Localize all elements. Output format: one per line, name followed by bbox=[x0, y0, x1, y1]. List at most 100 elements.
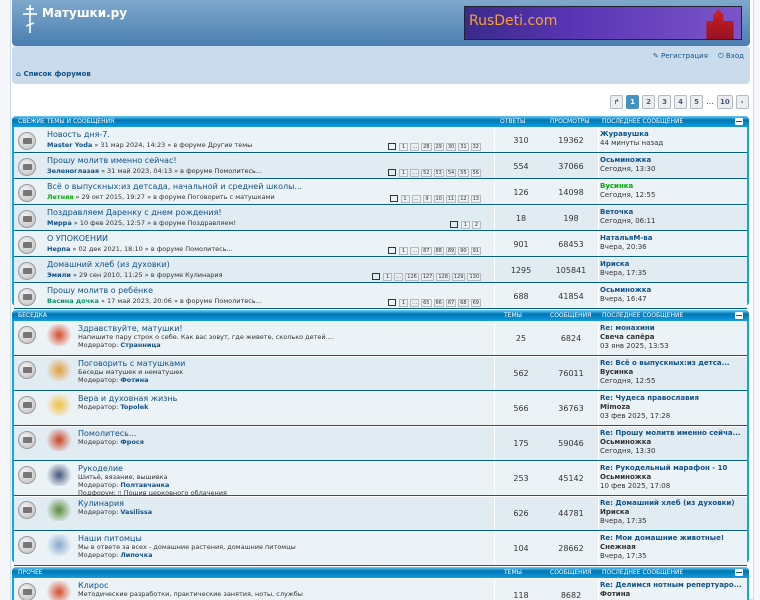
topic-page-link[interactable]: 55 bbox=[458, 169, 469, 177]
topic-page-link[interactable]: 65 bbox=[421, 299, 432, 307]
last-post-title[interactable]: Re: Делимся нотным репертуаро... bbox=[600, 581, 750, 590]
topic-page-link[interactable]: 88 bbox=[433, 247, 444, 255]
moderator-name[interactable]: Липочка bbox=[120, 551, 152, 559]
forum-title[interactable]: Наши питомцы bbox=[78, 534, 142, 543]
topic-page-link[interactable]: 69 bbox=[470, 299, 481, 307]
topic-page-link[interactable]: 10 bbox=[433, 195, 444, 203]
forum-title[interactable]: Вера и духовная жизнь bbox=[78, 394, 177, 403]
topic-page-link[interactable]: 13 bbox=[470, 195, 481, 203]
last-post-author[interactable]: Свеча сапёра bbox=[600, 333, 750, 342]
collapse-icon[interactable] bbox=[735, 312, 743, 319]
next-page-button[interactable]: › bbox=[735, 95, 749, 109]
page-5[interactable]: 5 bbox=[690, 95, 703, 109]
last-post-author[interactable]: Ириска bbox=[600, 508, 750, 517]
last-post-author[interactable]: Осьминожка bbox=[600, 438, 750, 447]
topic-author[interactable]: Васина дочка bbox=[47, 297, 99, 305]
topic-title[interactable]: Новость дня-7. bbox=[47, 130, 110, 139]
last-post-author[interactable]: Осьминожка bbox=[600, 473, 750, 482]
last-post-author[interactable]: Журавушка bbox=[600, 130, 750, 139]
topic-page-link[interactable]: 52 bbox=[421, 169, 432, 177]
topic-page-link[interactable]: 127 bbox=[420, 273, 435, 281]
besedka-title[interactable]: Беседка bbox=[18, 312, 47, 319]
last-post-author[interactable]: Осьминожка bbox=[600, 286, 750, 295]
last-post-title[interactable]: Re: монахини bbox=[600, 324, 750, 333]
topic-page-link[interactable]: 12 bbox=[458, 195, 469, 203]
last-post-author[interactable]: Ириска bbox=[600, 260, 750, 269]
topic-page-link[interactable]: 2 bbox=[472, 221, 481, 229]
topic-title[interactable]: Всё о выпускных:из детсада, начальной и … bbox=[47, 182, 302, 191]
prochee-title[interactable]: Прочее bbox=[18, 569, 43, 576]
topic-page-link[interactable]: 130 bbox=[467, 273, 481, 281]
login-link[interactable]: ⏻ Вход bbox=[718, 52, 744, 60]
recent-title[interactable]: Свежие темы и сообщения bbox=[18, 118, 114, 125]
moderator-name[interactable]: Topolek bbox=[120, 403, 148, 411]
last-post-author[interactable]: Mimoza bbox=[600, 403, 750, 412]
topic-page-link[interactable]: 87 bbox=[421, 247, 432, 255]
topic-page-link[interactable]: 126 bbox=[405, 273, 419, 281]
topic-page-link[interactable]: 91 bbox=[470, 247, 481, 255]
forum-title[interactable]: Клирос bbox=[78, 581, 108, 590]
orthodox-cross-icon[interactable] bbox=[20, 4, 40, 34]
topic-page-link[interactable]: 1 bbox=[383, 273, 393, 281]
last-post-author[interactable]: Веточка bbox=[600, 208, 750, 217]
topic-page-link[interactable]: 1 bbox=[461, 221, 470, 229]
last-post-author[interactable]: Снежная bbox=[600, 543, 750, 552]
topic-author[interactable]: Мирра bbox=[47, 219, 72, 227]
last-post-author[interactable]: Вусинка bbox=[600, 182, 750, 191]
topic-page-link[interactable]: 1 bbox=[399, 247, 409, 255]
site-title[interactable]: Матушки.ру bbox=[42, 6, 127, 20]
page-2[interactable]: 2 bbox=[642, 95, 655, 109]
topic-author[interactable]: Нерпа bbox=[47, 245, 70, 253]
topic-page-link[interactable]: 56 bbox=[470, 169, 481, 177]
topic-page-link[interactable]: 31 bbox=[458, 143, 469, 151]
forum-title[interactable]: Помолитесь... bbox=[78, 429, 136, 438]
page-3[interactable]: 3 bbox=[658, 95, 671, 109]
forum-title[interactable]: Кулинария bbox=[78, 499, 124, 508]
topic-page-link[interactable]: 1 bbox=[399, 169, 409, 177]
topic-page-link[interactable]: 54 bbox=[445, 169, 457, 177]
topic-page-link[interactable]: 1 bbox=[399, 299, 409, 307]
topic-author[interactable]: Master Yoda bbox=[47, 141, 92, 149]
rusdeti-banner[interactable]: RusDeti.com bbox=[464, 6, 742, 40]
topic-author[interactable]: Зеленоглазая bbox=[47, 167, 99, 175]
forum-title[interactable]: Поговорить с матушками bbox=[78, 359, 185, 368]
last-post-title[interactable]: Re: Всё о выпускных:из детса... bbox=[600, 359, 750, 368]
topic-title[interactable]: Прошу молитв именно сейчас! bbox=[47, 156, 177, 165]
topic-page-link[interactable]: 1 bbox=[400, 195, 410, 203]
last-post-title[interactable]: Re: Рукодельный марафон - 10 bbox=[600, 464, 750, 473]
moderator-name[interactable]: Странница bbox=[120, 341, 160, 349]
topic-author[interactable]: Эмили bbox=[47, 271, 71, 279]
topic-page-link[interactable]: 28 bbox=[421, 143, 432, 151]
moderator-name[interactable]: Фрося bbox=[120, 438, 144, 446]
page-1[interactable]: 1 bbox=[626, 95, 639, 109]
page-10[interactable]: 10 bbox=[717, 95, 733, 109]
topic-title[interactable]: О УПОКОЕНИИ bbox=[47, 234, 108, 243]
collapse-icon[interactable] bbox=[735, 118, 743, 125]
breadcrumb[interactable]: ⌂ Список форумов bbox=[16, 70, 91, 78]
topic-page-link[interactable]: 67 bbox=[445, 299, 457, 307]
collapse-icon[interactable] bbox=[735, 569, 743, 576]
moderator-name[interactable]: Фотина bbox=[120, 376, 148, 384]
topic-page-link[interactable]: 89 bbox=[445, 247, 457, 255]
register-link[interactable]: ✎ Регистрация bbox=[653, 52, 708, 60]
last-post-author[interactable]: НатальяМ-ва bbox=[600, 234, 750, 243]
moderator-name[interactable]: Полтавчанка bbox=[120, 481, 169, 489]
topic-page-link[interactable]: 53 bbox=[433, 169, 444, 177]
topic-page-link[interactable]: 128 bbox=[436, 273, 450, 281]
last-post-author[interactable]: Осьминожка bbox=[600, 156, 750, 165]
topic-page-link[interactable]: 29 bbox=[433, 143, 444, 151]
forum-title[interactable]: Рукоделие bbox=[78, 464, 123, 473]
topic-page-link[interactable]: 90 bbox=[458, 247, 469, 255]
topic-author[interactable]: Летняя bbox=[47, 193, 73, 201]
breadcrumb-home[interactable]: Список форумов bbox=[23, 70, 90, 78]
topic-page-link[interactable]: 30 bbox=[445, 143, 457, 151]
moderator-name[interactable]: Vasilissa bbox=[120, 508, 152, 516]
forum-title[interactable]: Здравствуйте, матушки! bbox=[78, 324, 183, 333]
topic-page-link[interactable]: 1 bbox=[399, 143, 409, 151]
last-post-title[interactable]: Re: Домашний хлеб (из духовки) bbox=[600, 499, 750, 508]
last-post-title[interactable]: Re: Мои домашние животные! bbox=[600, 534, 750, 543]
jump-to-page-button[interactable]: ↱ bbox=[610, 95, 623, 109]
page-4[interactable]: 4 bbox=[674, 95, 687, 109]
topic-page-link[interactable]: 66 bbox=[433, 299, 444, 307]
last-post-title[interactable]: Re: Прошу молитв именно сейча... bbox=[600, 429, 750, 438]
